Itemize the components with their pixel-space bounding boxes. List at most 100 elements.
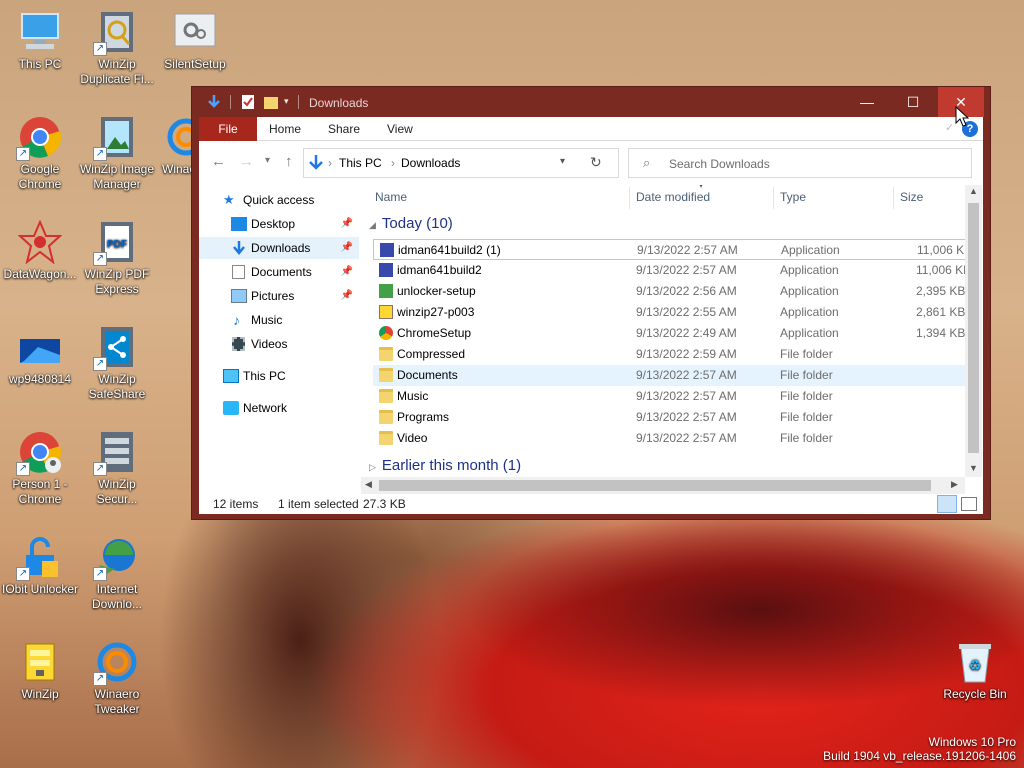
minimize-button[interactable]: — bbox=[844, 87, 890, 117]
nav-this-pc[interactable]: This PC bbox=[217, 365, 357, 387]
table-row[interactable]: Compressed 9/13/2022 2:59 AM File folder bbox=[373, 344, 969, 365]
scroll-up-icon[interactable]: ▲ bbox=[969, 186, 978, 196]
column-header-date-modified[interactable]: Date modified bbox=[636, 185, 710, 209]
desktop-icon-label: IObit Unlocker bbox=[1, 582, 79, 596]
group-header-today[interactable]: ◢ Today (10) bbox=[369, 215, 453, 232]
nav-label: Desktop bbox=[251, 217, 296, 231]
scroll-right-icon[interactable]: ▶ bbox=[951, 479, 958, 490]
desktop-icon-wp9480814[interactable]: wp9480814 bbox=[0, 325, 80, 387]
search-input[interactable]: Search Downloads bbox=[669, 157, 770, 171]
new-folder-icon[interactable] bbox=[263, 94, 279, 110]
table-row[interactable]: winzip27-p003 9/13/2022 2:55 AM Applicat… bbox=[373, 302, 969, 323]
chevron-down-icon[interactable]: ▾ bbox=[284, 96, 289, 112]
nav-quick-access[interactable]: ★ Quick access bbox=[217, 189, 357, 211]
tab-view[interactable]: View bbox=[387, 117, 413, 141]
desktop-icon-silentsetup[interactable]: SilentSetup bbox=[155, 10, 235, 72]
download-manager-icon: ↗ bbox=[93, 535, 139, 581]
svg-text:♻: ♻ bbox=[969, 658, 982, 674]
recent-locations-chevron-icon[interactable]: ▾ bbox=[265, 155, 270, 166]
scroll-thumb[interactable] bbox=[379, 480, 931, 491]
desktop-icon-winaero-partial[interactable]: Winae bbox=[150, 115, 194, 177]
table-row[interactable]: idman641build2 (1) 9/13/2022 2:57 AM App… bbox=[373, 239, 972, 260]
vertical-scrollbar[interactable]: ▲ ▼ bbox=[965, 185, 982, 477]
table-row[interactable]: unlocker-setup 9/13/2022 2:56 AM Applica… bbox=[373, 281, 969, 302]
table-row[interactable]: idman641build2 9/13/2022 2:57 AM Applica… bbox=[373, 260, 971, 281]
nav-network[interactable]: Network bbox=[217, 397, 357, 419]
tab-home[interactable]: Home bbox=[269, 117, 301, 141]
column-header-size[interactable]: Size bbox=[900, 185, 923, 209]
desktop-icon-winzip-secure[interactable]: ↗ WinZip Secur... bbox=[77, 430, 157, 507]
pin-icon[interactable]: 📌 bbox=[341, 285, 353, 307]
column-divider[interactable] bbox=[773, 187, 774, 209]
nav-downloads[interactable]: Downloads 📌 bbox=[199, 237, 359, 259]
maximize-button[interactable]: ☐ bbox=[890, 87, 936, 117]
expand-ribbon-icon[interactable]: ✓ bbox=[945, 121, 954, 134]
winzip-installer-icon bbox=[379, 305, 393, 319]
forward-arrow-icon[interactable]: → bbox=[239, 153, 254, 170]
desktop-icon-internet-download-manager[interactable]: ↗ Internet Downlo... bbox=[77, 535, 157, 612]
column-divider[interactable] bbox=[629, 187, 630, 209]
pin-icon[interactable]: 📌 bbox=[341, 261, 353, 283]
details-view-icon[interactable] bbox=[937, 495, 957, 513]
search-icon: ⌕ bbox=[643, 155, 651, 170]
desktop-icon-iobit-unlocker[interactable]: ↗ IObit Unlocker bbox=[0, 535, 80, 597]
search-box[interactable]: ⌕ Search Downloads bbox=[628, 148, 972, 178]
share-icon: ↗ bbox=[93, 325, 139, 371]
file-name: ChromeSetup bbox=[397, 326, 472, 340]
tab-file[interactable]: File bbox=[199, 117, 257, 141]
table-row[interactable]: Programs 9/13/2022 2:57 AM File folder bbox=[373, 407, 969, 428]
tab-share[interactable]: Share bbox=[328, 117, 360, 141]
group-header-earlier-this-month[interactable]: ▷ Earlier this month (1) bbox=[369, 457, 521, 474]
svg-text:PDF: PDF bbox=[107, 239, 127, 250]
table-row[interactable]: Documents 9/13/2022 2:57 AM File folder bbox=[373, 365, 969, 386]
table-row[interactable]: Music 9/13/2022 2:57 AM File folder bbox=[373, 386, 969, 407]
navigation-bar: ← → ▾ ↑ › This PC › Downloads ▾ ↻ ⌕ Sear… bbox=[199, 141, 983, 185]
scroll-thumb[interactable] bbox=[968, 203, 979, 453]
file-size: 2,395 KB bbox=[916, 284, 966, 298]
up-arrow-icon[interactable]: ↑ bbox=[285, 153, 293, 170]
desktop-icon-label: Internet Downlo... bbox=[91, 582, 143, 611]
table-row[interactable]: ChromeSetup 9/13/2022 2:49 AM Applicatio… bbox=[373, 323, 969, 344]
desktop-icon-person-1-chrome[interactable]: ↗ Person 1 - Chrome bbox=[0, 430, 80, 507]
chrome-icon: ↗ bbox=[16, 115, 62, 161]
desktop-icon-recycle-bin[interactable]: ♻ Recycle Bin bbox=[935, 640, 1015, 702]
desktop-icon-winaero-tweaker[interactable]: ↗ Winaero Tweaker bbox=[77, 640, 157, 717]
breadcrumb-downloads[interactable]: Downloads bbox=[401, 156, 460, 170]
desktop-icon-winzip-safeshare[interactable]: ↗ WinZip SafeShare bbox=[77, 325, 157, 402]
desktop-icon-winzip-duplicate[interactable]: ↗ WinZip Duplicate Fi... bbox=[77, 10, 157, 87]
desktop-icon-this-pc[interactable]: This PC bbox=[0, 10, 80, 72]
large-icons-view-icon[interactable] bbox=[961, 497, 977, 511]
scroll-left-icon[interactable]: ◀ bbox=[365, 479, 372, 490]
column-header-name[interactable]: Name bbox=[375, 185, 407, 209]
nav-documents[interactable]: Documents 📌 bbox=[199, 261, 359, 283]
desktop-icon-winzip-image-manager[interactable]: ↗ WinZip Image Manager bbox=[77, 115, 157, 192]
breadcrumb-this-pc[interactable]: This PC bbox=[339, 156, 382, 170]
title-bar[interactable]: ▾ Downloads — ☐ ✕ bbox=[192, 87, 990, 117]
scroll-down-icon[interactable]: ▼ bbox=[969, 463, 978, 473]
column-header-type[interactable]: Type bbox=[780, 185, 806, 209]
address-bar[interactable]: › This PC › Downloads ▾ ↻ bbox=[303, 148, 619, 178]
separator bbox=[298, 95, 299, 109]
pin-icon[interactable]: 📌 bbox=[341, 237, 353, 259]
desktop-icon-winzip[interactable]: WinZip bbox=[0, 640, 80, 702]
horizontal-scrollbar[interactable]: ◀ ▶ bbox=[361, 477, 965, 494]
table-row[interactable]: Video 9/13/2022 2:57 AM File folder bbox=[373, 428, 969, 449]
watermark-edition: Windows 10 Pro bbox=[928, 735, 1016, 749]
file-type: Application bbox=[780, 284, 839, 298]
address-history-chevron-icon[interactable]: ▾ bbox=[560, 156, 565, 167]
refresh-icon[interactable]: ↻ bbox=[590, 154, 602, 171]
nav-desktop[interactable]: Desktop 📌 bbox=[199, 213, 359, 235]
pin-icon[interactable]: 📌 bbox=[341, 213, 353, 235]
nav-pictures[interactable]: Pictures 📌 bbox=[199, 285, 359, 307]
pictures-icon bbox=[231, 289, 247, 303]
desktop-icon-datawagon[interactable]: DataWagon... bbox=[0, 219, 80, 282]
windows-watermark: Windows 10 Pro Build 1904 vb_release.191… bbox=[823, 735, 1016, 763]
nav-music[interactable]: ♪ Music bbox=[199, 309, 359, 331]
properties-icon[interactable] bbox=[240, 94, 256, 110]
desktop-icon-google-chrome[interactable]: ↗ Google Chrome bbox=[0, 115, 80, 192]
back-arrow-icon[interactable]: ← bbox=[211, 153, 226, 170]
nav-videos[interactable]: Videos bbox=[199, 333, 359, 355]
column-divider[interactable] bbox=[893, 187, 894, 209]
folder-icon bbox=[379, 368, 393, 382]
desktop-icon-winzip-pdf-express[interactable]: PDF ↗ WinZip PDF Express bbox=[77, 220, 157, 297]
